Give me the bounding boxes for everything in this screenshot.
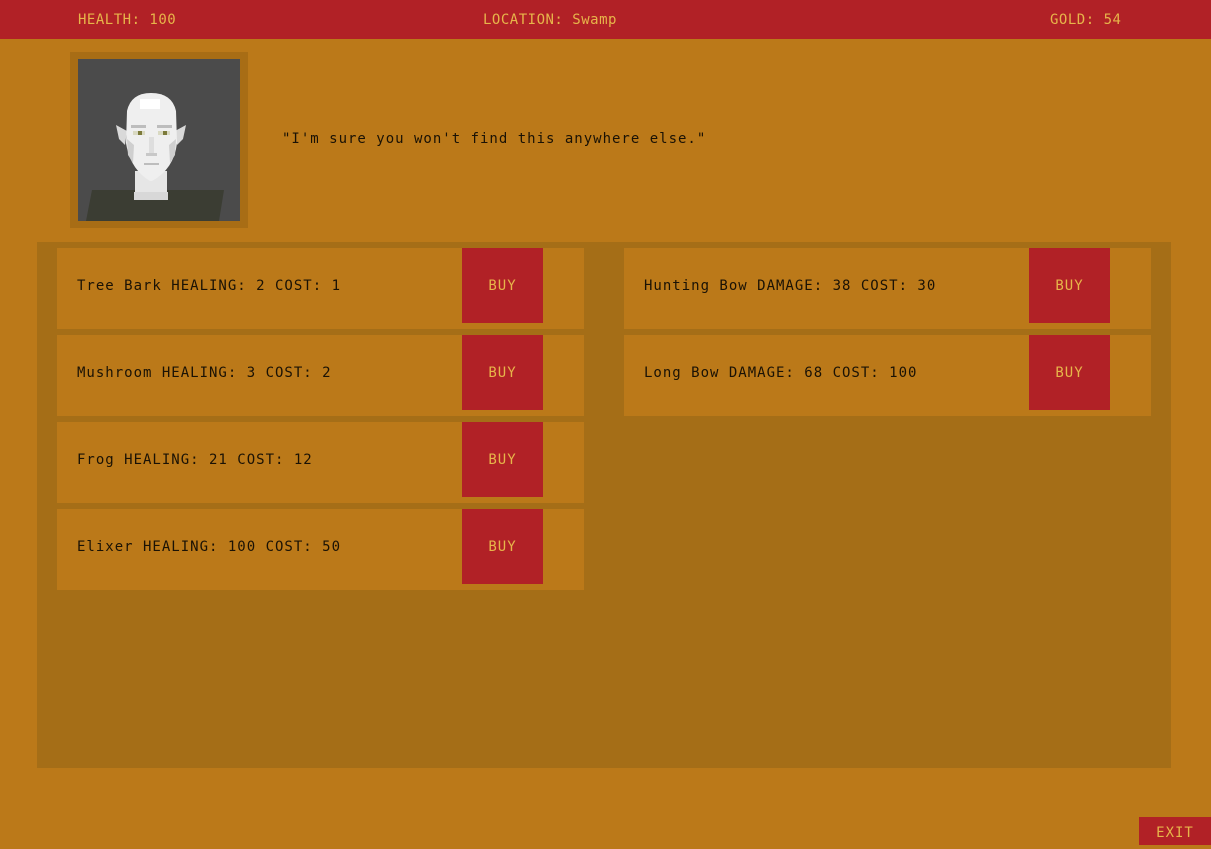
merchant-portrait — [78, 59, 240, 221]
healing-items-column: Tree Bark HEALING: 2 COST: 1 BUY Mushroo… — [57, 248, 584, 596]
merchant-portrait-frame — [70, 52, 248, 228]
item-frog-label: Frog HEALING: 21 COST: 12 — [77, 452, 313, 468]
shop-item-row: Elixer HEALING: 100 COST: 50 BUY — [57, 509, 584, 590]
item-hunting-bow-label: Hunting Bow DAMAGE: 38 COST: 30 — [644, 278, 937, 294]
weapon-items-column: Hunting Bow DAMAGE: 38 COST: 30 BUY Long… — [624, 248, 1151, 422]
buy-frog-button[interactable]: BUY — [462, 422, 543, 497]
shop-item-row: Frog HEALING: 21 COST: 12 BUY — [57, 422, 584, 503]
item-long-bow-label: Long Bow DAMAGE: 68 COST: 100 — [644, 365, 918, 381]
buy-hunting-bow-button[interactable]: BUY — [1029, 248, 1110, 323]
health-readout: HEALTH: 100 — [78, 12, 177, 28]
buy-long-bow-button[interactable]: BUY — [1029, 335, 1110, 410]
item-tree-bark-label: Tree Bark HEALING: 2 COST: 1 — [77, 278, 342, 294]
gold-readout: GOLD: 54 — [1050, 12, 1122, 28]
merchant-dialogue: "I'm sure you won't find this anywhere e… — [282, 131, 707, 147]
exit-button[interactable]: EXIT — [1139, 817, 1211, 845]
status-bar: HEALTH: 100 LOCATION: Swamp GOLD: 54 — [0, 0, 1211, 39]
shop-item-row: Long Bow DAMAGE: 68 COST: 100 BUY — [624, 335, 1151, 416]
buy-mushroom-button[interactable]: BUY — [462, 335, 543, 410]
shop-item-row: Hunting Bow DAMAGE: 38 COST: 30 BUY — [624, 248, 1151, 329]
item-mushroom-label: Mushroom HEALING: 3 COST: 2 — [77, 365, 332, 381]
buy-elixer-button[interactable]: BUY — [462, 509, 543, 584]
buy-tree-bark-button[interactable]: BUY — [462, 248, 543, 323]
merchant-face-icon — [78, 59, 240, 221]
shop-item-row: Tree Bark HEALING: 2 COST: 1 BUY — [57, 248, 584, 329]
shop-item-row: Mushroom HEALING: 3 COST: 2 BUY — [57, 335, 584, 416]
shop-panel: Tree Bark HEALING: 2 COST: 1 BUY Mushroo… — [37, 242, 1171, 768]
location-readout: LOCATION: Swamp — [483, 12, 617, 28]
item-elixer-label: Elixer HEALING: 100 COST: 50 — [77, 539, 342, 555]
